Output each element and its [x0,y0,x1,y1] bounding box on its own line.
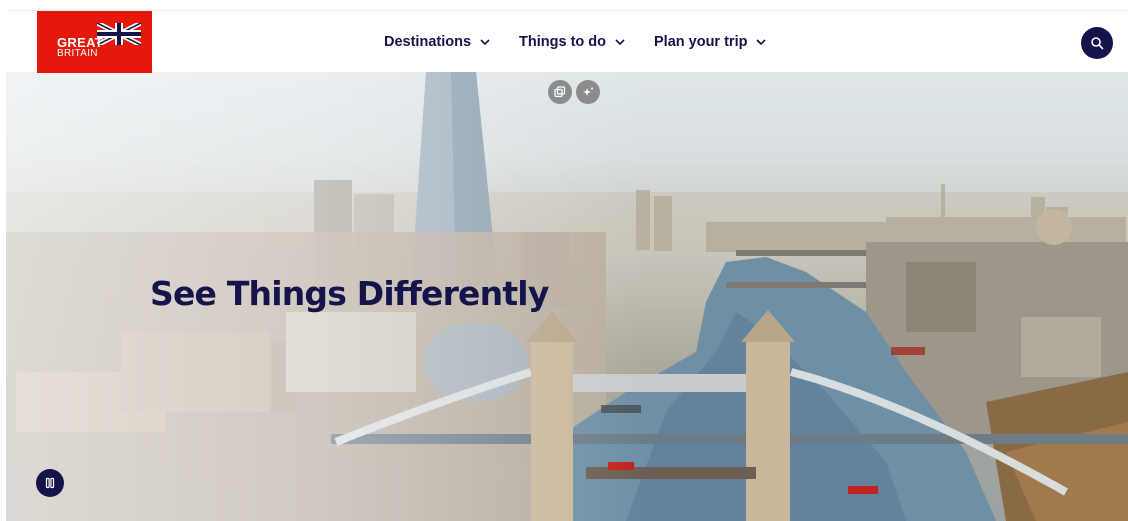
main-nav: Destinations Things to do Plan your trip [384,11,767,73]
sparkle-button[interactable] [576,80,600,104]
nav-destinations[interactable]: Destinations [384,34,491,50]
nav-label: Plan your trip [654,34,748,50]
pause-button[interactable] [36,469,64,497]
search-button[interactable] [1081,27,1113,59]
sparkle-icon [583,87,593,96]
nav-things-to-do[interactable]: Things to do [519,34,626,50]
hero-title: See Things Differently [150,274,549,313]
copy-icon [554,86,566,98]
chevron-down-icon [480,39,490,46]
site-header: GREAT BRITAIN Destinations Things to do … [6,10,1128,73]
nav-label: Destinations [384,34,472,50]
nav-label: Things to do [519,34,606,50]
logo-line-2: BRITAIN [57,48,98,59]
union-jack-icon [97,23,141,45]
nav-plan-your-trip[interactable]: Plan your trip [654,34,767,50]
chevron-down-icon [615,39,625,46]
hero-banner: See Things Differently [6,72,1128,521]
chevron-down-icon [756,39,767,46]
great-britain-logo[interactable]: GREAT BRITAIN [37,11,152,73]
search-icon [1091,37,1104,50]
copy-button[interactable] [548,80,572,104]
pause-icon [45,477,55,489]
